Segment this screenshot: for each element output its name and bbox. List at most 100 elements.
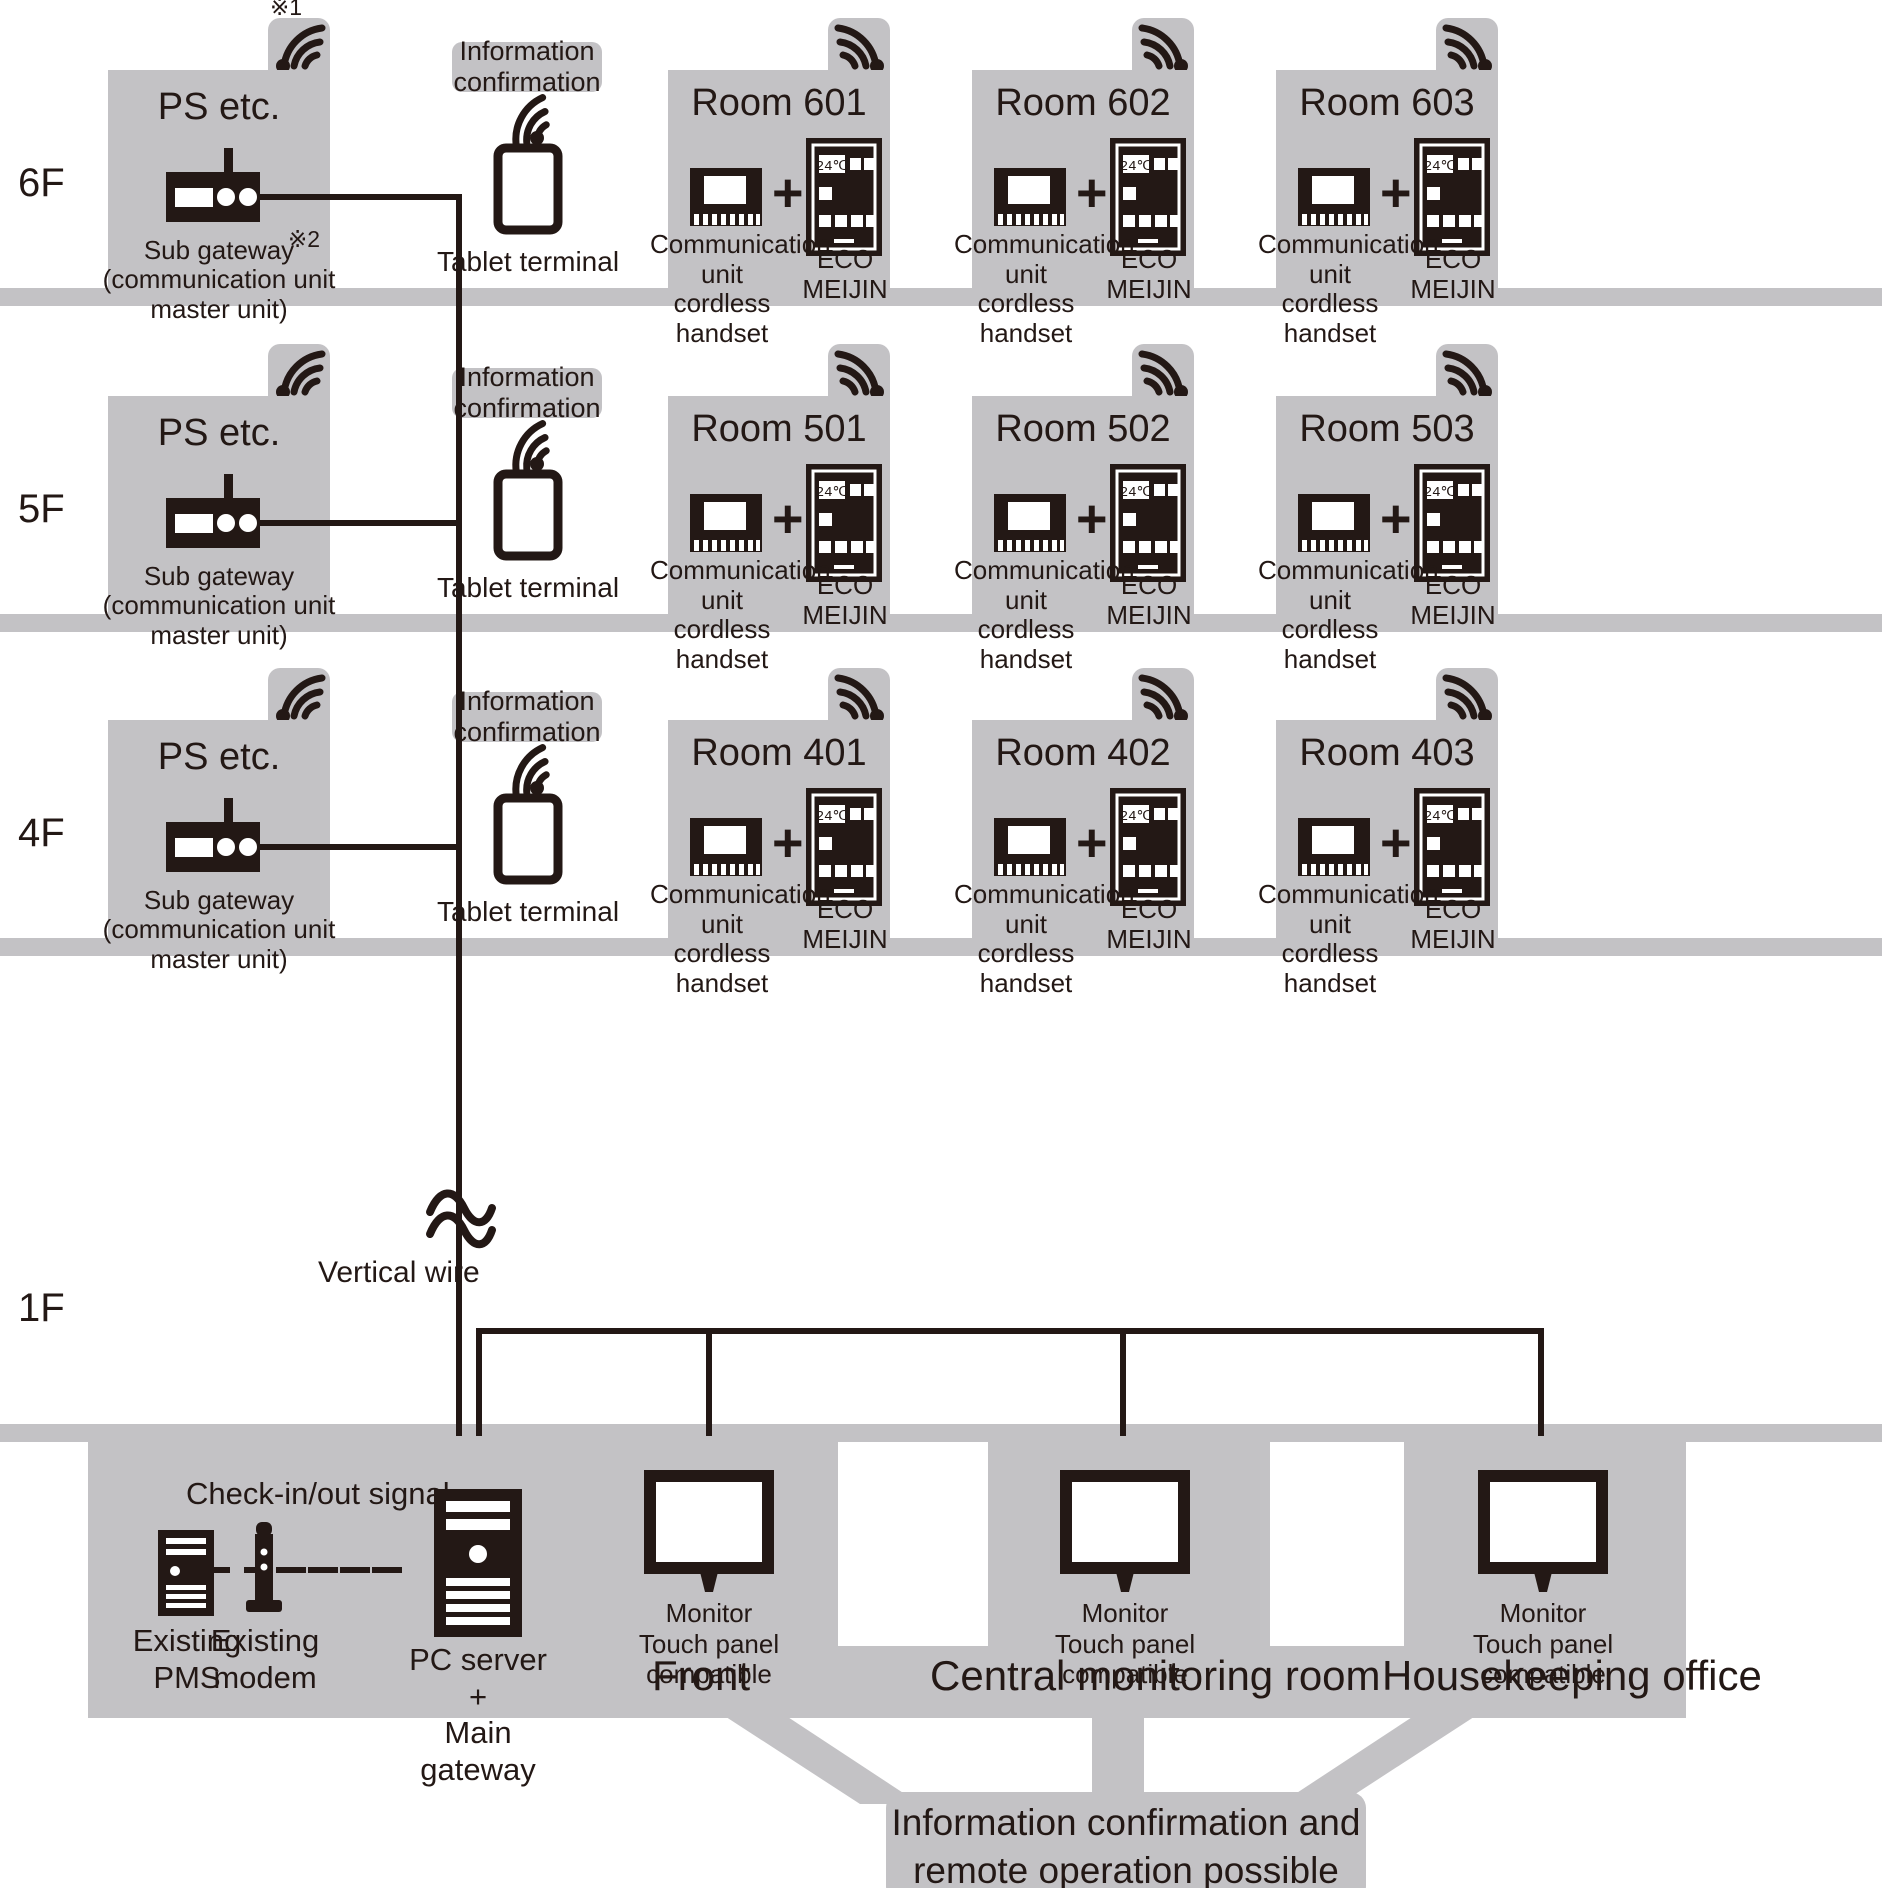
tablet-icon <box>493 793 563 885</box>
wifi-icon <box>834 350 884 399</box>
wifi-icon <box>834 674 884 723</box>
cordless-handset-icon <box>690 494 762 552</box>
wifi-icon <box>512 744 550 800</box>
cordless-handset-icon <box>1298 818 1370 876</box>
ps-title-5f: PS etc. <box>157 412 281 454</box>
svg-text:24℃: 24℃ <box>1120 159 1153 175</box>
check-in-out-link-2 <box>288 1567 408 1573</box>
wifi-icon <box>1138 350 1188 399</box>
room-left-caption-502: Communication unit cordless handset <box>954 555 1135 674</box>
pc-server-caption: PC server + Main gateway <box>409 1642 547 1787</box>
room-right-caption-401: ECO MEIJIN <box>802 894 888 954</box>
wifi-icon <box>276 24 326 73</box>
plus-sign-502: + <box>1076 489 1108 549</box>
cordless-handset-icon <box>994 168 1066 226</box>
room-title-403: Room 403 <box>1299 732 1475 774</box>
ps-caption-line1-6f: Sub gateway <box>143 235 295 265</box>
wifi-icon <box>1138 24 1188 73</box>
ps-caption-line2-5f: (communication unit master unit) <box>102 590 336 650</box>
sub-gateway-icon <box>166 474 260 548</box>
room-title-602: Room 602 <box>995 82 1171 124</box>
footer-callout: Information confirmation and remote oper… <box>886 1792 1366 1888</box>
room-right-caption-601: ECO MEIJIN <box>802 244 888 304</box>
pc-tower-icon <box>158 1530 214 1616</box>
room-left-caption-402: Communication unit cordless handset <box>954 879 1135 998</box>
bus-left-riser <box>476 1328 482 1446</box>
ps-caption-line1-5f: Sub gateway <box>143 561 295 591</box>
room-title-603: Room 603 <box>1299 82 1475 124</box>
station-label-housekeeping: Housekeeping office <box>1382 1652 1762 1699</box>
plus-sign-402: + <box>1076 813 1108 873</box>
pc-server-icon <box>434 1489 522 1637</box>
ground-bus-wire <box>476 1328 1544 1334</box>
gateway-wire-5f <box>258 520 462 526</box>
tablet-icon <box>493 143 563 235</box>
room-title-503: Room 503 <box>1299 408 1475 450</box>
wire-break-icon <box>426 1189 496 1249</box>
system-diagram: 6F 5F 4F 1F ※1 PS etc. ※2 Sub gateway (c… <box>0 0 1882 1888</box>
tablet-caption-6f: Tablet terminal <box>436 246 620 277</box>
plus-sign-403: + <box>1380 813 1412 873</box>
svg-text:24℃: 24℃ <box>1424 809 1457 825</box>
sub-gateway-icon <box>166 148 260 222</box>
floor-label-4f: 4F <box>18 811 65 855</box>
tablet-caption-4f: Tablet terminal <box>436 896 620 927</box>
svg-text:24℃: 24℃ <box>1424 485 1457 501</box>
wifi-icon <box>512 94 550 150</box>
ps-title-6f: PS etc. <box>157 86 281 128</box>
info-confirmation-badge-4f: Information confirmation <box>452 685 602 747</box>
wifi-icon <box>512 420 550 476</box>
room-right-caption-603: ECO MEIJIN <box>1410 244 1496 304</box>
svg-text:24℃: 24℃ <box>816 485 849 501</box>
gateway-wire-6f <box>258 194 462 200</box>
ps-caption-line2-4f: (communication unit master unit) <box>102 914 336 974</box>
room-title-402: Room 402 <box>995 732 1171 774</box>
tablet-icon <box>493 469 563 561</box>
cordless-handset-icon <box>994 494 1066 552</box>
wifi-icon <box>1442 24 1492 73</box>
wifi-icon <box>1138 674 1188 723</box>
ps-title-4f: PS etc. <box>157 736 281 778</box>
monitor-icon <box>644 1470 774 1592</box>
wifi-icon <box>834 24 884 73</box>
room-left-caption-501: Communication unit cordless handset <box>650 555 831 674</box>
wifi-icon <box>1442 674 1492 723</box>
info-confirmation-badge-6f: Information confirmation <box>452 35 602 97</box>
room-left-caption-503: Communication unit cordless handset <box>1258 555 1439 674</box>
cordless-handset-icon <box>690 818 762 876</box>
vertical-wire-label: Vertical wire <box>318 1256 480 1289</box>
room-right-caption-503: ECO MEIJIN <box>1410 570 1496 630</box>
ps-caption-line1-4f: Sub gateway <box>143 885 295 915</box>
room-right-caption-402: ECO MEIJIN <box>1106 894 1192 954</box>
room-title-601: Room 601 <box>691 82 867 124</box>
plus-sign-601: + <box>772 163 804 223</box>
room-title-502: Room 502 <box>995 408 1171 450</box>
room-title-401: Room 401 <box>691 732 867 774</box>
room-left-caption-603: Communication unit cordless handset <box>1258 229 1439 348</box>
svg-text:24℃: 24℃ <box>1120 485 1153 501</box>
floor-label-1f: 1F <box>18 1286 65 1330</box>
plus-sign-501: + <box>772 489 804 549</box>
room-left-caption-403: Communication unit cordless handset <box>1258 879 1439 998</box>
modem-icon <box>246 1522 282 1612</box>
plus-sign-602: + <box>1076 163 1108 223</box>
svg-text:24℃: 24℃ <box>1120 809 1153 825</box>
room-left-caption-601: Communication unit cordless handset <box>650 229 831 348</box>
cordless-handset-icon <box>690 168 762 226</box>
wifi-icon <box>276 674 326 723</box>
room-title-501: Room 501 <box>691 408 867 450</box>
room-left-caption-401: Communication unit cordless handset <box>650 879 831 998</box>
wifi-icon <box>276 350 326 399</box>
monitor-icon <box>1060 1470 1190 1592</box>
floor-label-5f: 5F <box>18 487 65 531</box>
plus-sign-401: + <box>772 813 804 873</box>
svg-text:24℃: 24℃ <box>1424 159 1457 175</box>
room-right-caption-602: ECO MEIJIN <box>1106 244 1192 304</box>
room-right-caption-501: ECO MEIJIN <box>802 570 888 630</box>
cordless-handset-icon <box>1298 168 1370 226</box>
svg-text:24℃: 24℃ <box>816 809 849 825</box>
cordless-handset-icon <box>994 818 1066 876</box>
plus-sign-503: + <box>1380 489 1412 549</box>
ps-caption-line2-6f: (communication unit master unit) <box>102 264 336 324</box>
room-left-caption-602: Communication unit cordless handset <box>954 229 1135 348</box>
